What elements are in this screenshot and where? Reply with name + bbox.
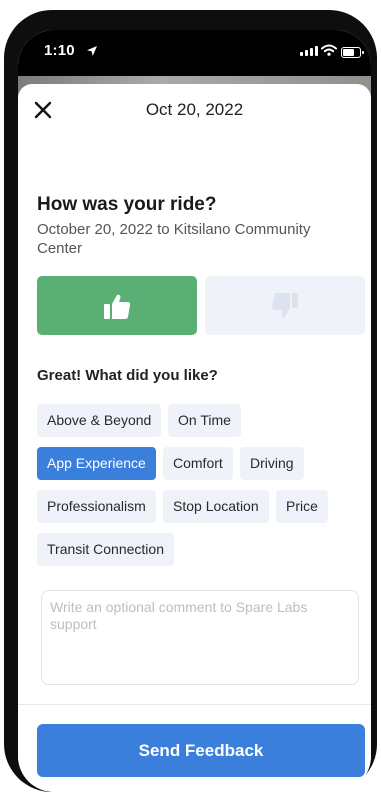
- thumbs-up-icon: [104, 294, 131, 319]
- feedback-sheet: Oct 20, 2022 How was your ride? October …: [18, 84, 371, 792]
- chip-price[interactable]: Price: [276, 490, 328, 523]
- chip-on-time[interactable]: On Time: [168, 404, 241, 437]
- chip-stop-location[interactable]: Stop Location: [163, 490, 269, 523]
- chip-professionalism[interactable]: Professionalism: [37, 490, 156, 523]
- battery-icon: [341, 47, 364, 58]
- phone-screen: 1:10 Oct 20, 2022 How was your ride? Oct…: [18, 30, 371, 792]
- ride-subtitle: October 20, 2022 to Kitsilano Community …: [37, 221, 311, 257]
- signal-icon: [300, 46, 318, 56]
- chip-comfort[interactable]: Comfort: [163, 447, 233, 480]
- status-bar: 1:10: [18, 30, 371, 76]
- thumbs-down-button[interactable]: [205, 276, 365, 335]
- phone-frame: 1:10 Oct 20, 2022 How was your ride? Oct…: [4, 10, 377, 792]
- footer-divider: [18, 704, 371, 705]
- likes-title: Great! What did you like?: [37, 367, 218, 384]
- status-time: 1:10: [44, 42, 75, 59]
- location-arrow-icon: [87, 46, 97, 56]
- send-feedback-button[interactable]: Send Feedback: [37, 724, 365, 777]
- comment-input[interactable]: [41, 590, 359, 685]
- wifi-icon: [321, 44, 337, 56]
- chip-app-experience[interactable]: App Experience: [37, 447, 156, 480]
- header-title: Oct 20, 2022: [145, 100, 244, 119]
- chip-driving[interactable]: Driving: [240, 447, 304, 480]
- thumbs-up-button[interactable]: [37, 276, 197, 335]
- ride-question: How was your ride?: [37, 194, 217, 215]
- chip-above-and-beyond[interactable]: Above & Beyond: [37, 404, 162, 437]
- chip-transit-connection[interactable]: Transit Connection: [37, 533, 174, 566]
- thumbs-down-icon: [271, 292, 298, 317]
